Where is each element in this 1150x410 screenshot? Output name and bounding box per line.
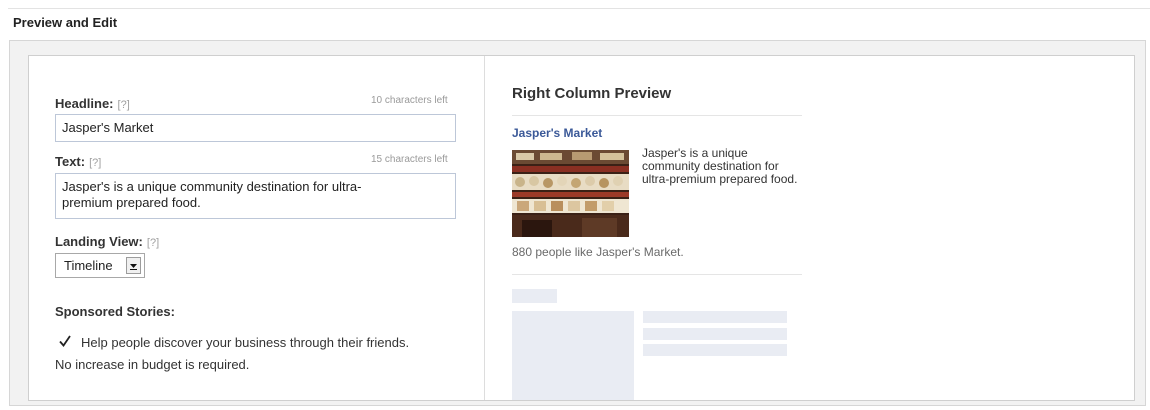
sponsored-description-line-1: Help people discover your business throu… [81, 335, 410, 350]
headline-label: Headline: [?] [55, 96, 130, 111]
placeholder-line-2 [643, 328, 787, 340]
sponsored-checkbox[interactable] [58, 334, 72, 350]
landing-view-label-text: Landing View: [55, 234, 143, 249]
landing-view-label: Landing View: [?] [55, 234, 159, 249]
ad-title-link[interactable]: Jasper's Market [512, 126, 602, 140]
headline-input[interactable]: Jasper's Market [55, 114, 456, 142]
landing-view-select[interactable]: Timeline [55, 253, 145, 278]
headline-char-counter: 10 characters left [371, 95, 448, 106]
landing-view-help-link[interactable]: [?] [147, 237, 159, 249]
ad-body-text: Jasper's is a unique community destinati… [642, 146, 798, 186]
ad-social-context: 880 people like Jasper's Market. [512, 245, 684, 259]
text-textarea[interactable]: Jasper's is a unique community destinati… [55, 173, 456, 219]
headline-help-link[interactable]: [?] [118, 99, 130, 111]
headline-label-text: Headline: [55, 96, 114, 111]
preview-divider-top [512, 115, 802, 116]
text-line-2: premium prepared food. [62, 195, 201, 210]
text-label-text: Text: [55, 154, 86, 169]
sponsored-description-line-2: No increase in budget is required. [55, 357, 250, 372]
preview-divider-bottom [512, 274, 802, 275]
dropdown-arrow-icon[interactable] [126, 257, 141, 274]
sponsored-stories-heading: Sponsored Stories: [55, 304, 175, 319]
preview-title: Right Column Preview [512, 85, 672, 102]
section-title: Preview and Edit [13, 15, 118, 30]
text-line-1: Jasper's is a unique community destinati… [62, 179, 362, 194]
text-help-link[interactable]: [?] [89, 157, 101, 169]
market-photo[interactable] [512, 150, 629, 237]
placeholder-line-3 [643, 344, 787, 356]
text-label: Text: [?] [55, 154, 101, 169]
headline-input-value: Jasper's Market [62, 120, 154, 135]
text-char-counter: 15 characters left [371, 154, 448, 165]
placeholder-title-block [512, 289, 557, 303]
top-divider [8, 8, 1150, 9]
placeholder-image-block [512, 311, 634, 400]
column-divider [484, 56, 485, 400]
landing-view-selected: Timeline [64, 258, 113, 273]
placeholder-line-1 [643, 311, 787, 323]
checkmark-icon [59, 335, 71, 347]
